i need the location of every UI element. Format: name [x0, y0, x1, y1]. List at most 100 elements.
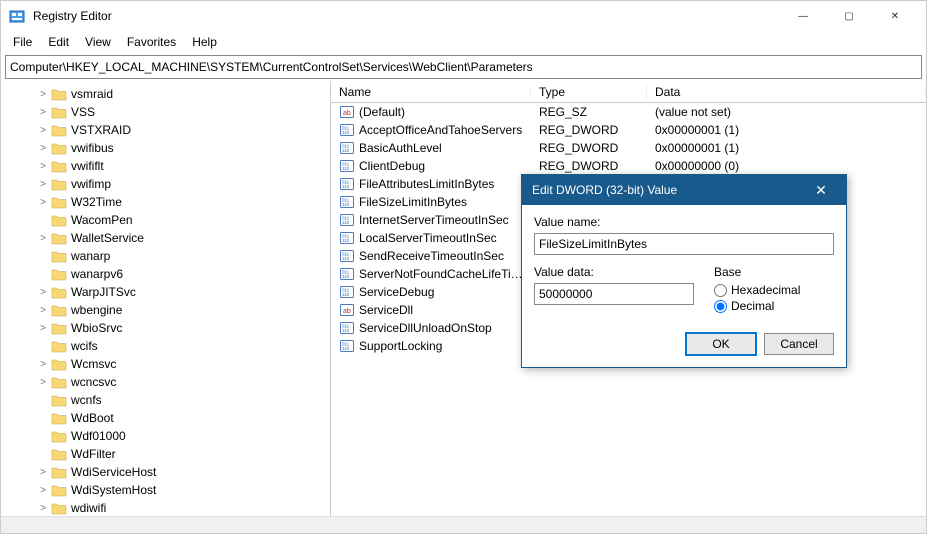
tree-item-label: WacomPen	[71, 213, 133, 227]
tree-item[interactable]: > vwififlt	[5, 157, 330, 175]
tree-item[interactable]: > vwifimp	[5, 175, 330, 193]
tree-item-label: Wcmsvc	[71, 357, 116, 371]
svg-text:110: 110	[342, 148, 350, 153]
horizontal-scrollbar[interactable]	[1, 516, 926, 533]
tree-item-label: vwifimp	[71, 177, 111, 191]
chevron-right-icon[interactable]: >	[37, 359, 49, 370]
tree-item-label: WalletService	[71, 231, 144, 245]
column-type[interactable]: Type	[531, 85, 647, 99]
tree-item-label: vwififlt	[71, 159, 104, 173]
value-name-cell: (Default)	[359, 105, 531, 119]
menu-favorites[interactable]: Favorites	[119, 32, 184, 52]
chevron-right-icon[interactable]: >	[37, 89, 49, 100]
value-name-cell: LocalServerTimeoutInSec	[359, 231, 531, 245]
tree-item[interactable]: >vwifibus	[5, 139, 330, 157]
dialog-title: Edit DWORD (32-bit) Value	[532, 183, 806, 197]
window-title: Registry Editor	[33, 9, 780, 23]
tree-item[interactable]: > Wcmsvc	[5, 355, 330, 373]
titlebar[interactable]: Registry Editor — ▢ ✕	[1, 1, 926, 31]
reg-dword-icon: 011110	[339, 266, 355, 282]
value-name-cell: ServiceDebug	[359, 285, 531, 299]
chevron-right-icon[interactable]: >	[37, 197, 49, 208]
tree-item[interactable]: >WdiSystemHost	[5, 481, 330, 499]
base-label: Base	[714, 265, 834, 279]
reg-dword-icon: 011110	[339, 320, 355, 336]
chevron-right-icon[interactable]: >	[37, 485, 49, 496]
tree-item[interactable]: WdBoot	[5, 409, 330, 427]
chevron-right-icon[interactable]: >	[37, 323, 49, 334]
minimize-button[interactable]: —	[780, 1, 826, 31]
reg-dword-icon: 011110	[339, 284, 355, 300]
tree-item[interactable]: WacomPen	[5, 211, 330, 229]
hex-radio[interactable]	[714, 284, 727, 297]
svg-text:110: 110	[342, 256, 350, 261]
tree-item[interactable]: > wcncsvc	[5, 373, 330, 391]
value-name-input[interactable]	[534, 233, 834, 255]
tree-item[interactable]: wcnfs	[5, 391, 330, 409]
cancel-button[interactable]: Cancel	[764, 333, 834, 355]
value-row[interactable]: 011110ClientDebugREG_DWORD0x00000000 (0)	[331, 157, 926, 175]
tree-item[interactable]: >VSS	[5, 103, 330, 121]
value-name-cell: ServerNotFoundCacheLifeTimeI...	[359, 267, 531, 281]
tree-pane[interactable]: >vsmraid>VSS>VSTXRAID>vwifibus>vwififlt>…	[1, 81, 331, 516]
tree-item[interactable]: wcifs	[5, 337, 330, 355]
value-name-cell: BasicAuthLevel	[359, 141, 531, 155]
tree-item[interactable]: wanarpv6	[5, 265, 330, 283]
tree-item[interactable]: > WalletService	[5, 229, 330, 247]
dialog-close-button[interactable]: ✕	[806, 182, 836, 199]
close-button[interactable]: ✕	[872, 1, 918, 31]
chevron-right-icon[interactable]: >	[37, 233, 49, 244]
svg-text:110: 110	[342, 238, 350, 243]
chevron-right-icon[interactable]: >	[37, 179, 49, 190]
value-row[interactable]: 011110BasicAuthLevelREG_DWORD0x00000001 …	[331, 139, 926, 157]
tree-item[interactable]: >WbioSrvc	[5, 319, 330, 337]
value-data-input[interactable]	[534, 283, 694, 305]
tree-item[interactable]: >WarpJITSvc	[5, 283, 330, 301]
svg-text:110: 110	[342, 292, 350, 297]
tree-item[interactable]: >W32Time	[5, 193, 330, 211]
tree-item-label: wcncsvc	[71, 375, 116, 389]
ok-button[interactable]: OK	[686, 333, 756, 355]
tree-item[interactable]: wanarp	[5, 247, 330, 265]
tree-item[interactable]: >vsmraid	[5, 85, 330, 103]
menu-file[interactable]: File	[5, 32, 40, 52]
tree-item[interactable]: >WdiServiceHost	[5, 463, 330, 481]
value-data-label: Value data:	[534, 265, 694, 279]
svg-text:110: 110	[342, 184, 350, 189]
reg-dword-icon: 011110	[339, 140, 355, 156]
tree-item[interactable]: >wbengine	[5, 301, 330, 319]
chevron-right-icon[interactable]: >	[37, 287, 49, 298]
menu-edit[interactable]: Edit	[40, 32, 77, 52]
chevron-right-icon[interactable]: >	[37, 467, 49, 478]
reg-dword-icon: 011110	[339, 338, 355, 354]
chevron-right-icon[interactable]: >	[37, 305, 49, 316]
tree-item-label: WdBoot	[71, 411, 114, 425]
chevron-right-icon[interactable]: >	[37, 161, 49, 172]
dec-radio[interactable]	[714, 300, 727, 313]
chevron-right-icon[interactable]: >	[37, 503, 49, 514]
chevron-right-icon[interactable]: >	[37, 125, 49, 136]
value-row[interactable]: 011110AcceptOfficeAndTahoeServersREG_DWO…	[331, 121, 926, 139]
svg-text:110: 110	[342, 166, 350, 171]
dialog-titlebar[interactable]: Edit DWORD (32-bit) Value ✕	[522, 175, 846, 205]
reg-dword-icon: 011110	[339, 230, 355, 246]
tree-item[interactable]: Wdf01000	[5, 427, 330, 445]
column-data[interactable]: Data	[647, 85, 926, 99]
chevron-right-icon[interactable]: >	[37, 107, 49, 118]
reg-dword-icon: 011110	[339, 122, 355, 138]
column-name[interactable]: Name	[331, 85, 531, 99]
chevron-right-icon[interactable]: >	[37, 377, 49, 388]
tree-item[interactable]: >wdiwifi	[5, 499, 330, 516]
value-name-label: Value name:	[534, 215, 834, 229]
tree-item[interactable]: >VSTXRAID	[5, 121, 330, 139]
maximize-button[interactable]: ▢	[826, 1, 872, 31]
menu-help[interactable]: Help	[184, 32, 225, 52]
address-bar[interactable]: Computer\HKEY_LOCAL_MACHINE\SYSTEM\Curre…	[5, 55, 922, 79]
tree-item-label: WdFilter	[71, 447, 116, 461]
tree-item[interactable]: WdFilter	[5, 445, 330, 463]
menu-view[interactable]: View	[77, 32, 119, 52]
tree-item-label: wcnfs	[71, 393, 102, 407]
tree-item-label: wanarpv6	[71, 267, 123, 281]
value-row[interactable]: ab(Default)REG_SZ(value not set)	[331, 103, 926, 121]
chevron-right-icon[interactable]: >	[37, 143, 49, 154]
